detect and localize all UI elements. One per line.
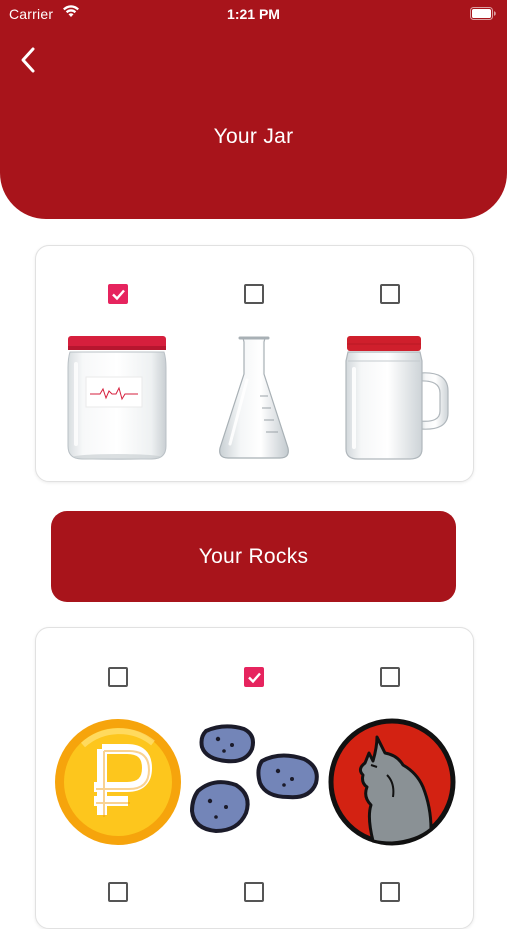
your-rocks-button[interactable]: Your Rocks <box>51 511 456 602</box>
jar-checkbox-2[interactable] <box>244 284 264 304</box>
rock-checkbox-6[interactable] <box>380 882 400 902</box>
ruble-coin-icon[interactable] <box>53 717 183 847</box>
status-bar: Carrier 1:21 PM <box>0 0 507 30</box>
jar-checkbox-3[interactable] <box>380 284 400 304</box>
battery-icon <box>470 7 497 23</box>
back-button[interactable] <box>16 44 44 76</box>
jar-selection-card <box>35 245 474 482</box>
chevron-left-icon <box>21 47 35 73</box>
mason-jar-mug-icon[interactable] <box>344 335 452 461</box>
status-time: 1:21 PM <box>227 6 280 22</box>
blue-rocks-icon[interactable] <box>188 721 322 839</box>
your-rocks-label: Your Rocks <box>198 545 309 568</box>
rock-checkbox-5[interactable] <box>244 882 264 902</box>
jar-checkbox-1[interactable] <box>108 284 128 304</box>
rock-checkbox-3[interactable] <box>380 667 400 687</box>
labeled-jar-icon[interactable] <box>64 334 170 462</box>
rock-selection-card <box>35 627 474 929</box>
erlenmeyer-flask-icon[interactable] <box>216 336 292 462</box>
howling-wolf-icon[interactable] <box>327 717 457 847</box>
rock-checkbox-2[interactable] <box>244 667 264 687</box>
rock-checkbox-1[interactable] <box>108 667 128 687</box>
page-title: Your Jar <box>213 125 294 148</box>
header-bar: Carrier 1:21 PM Your Jar <box>0 0 507 219</box>
rock-checkbox-4[interactable] <box>108 882 128 902</box>
